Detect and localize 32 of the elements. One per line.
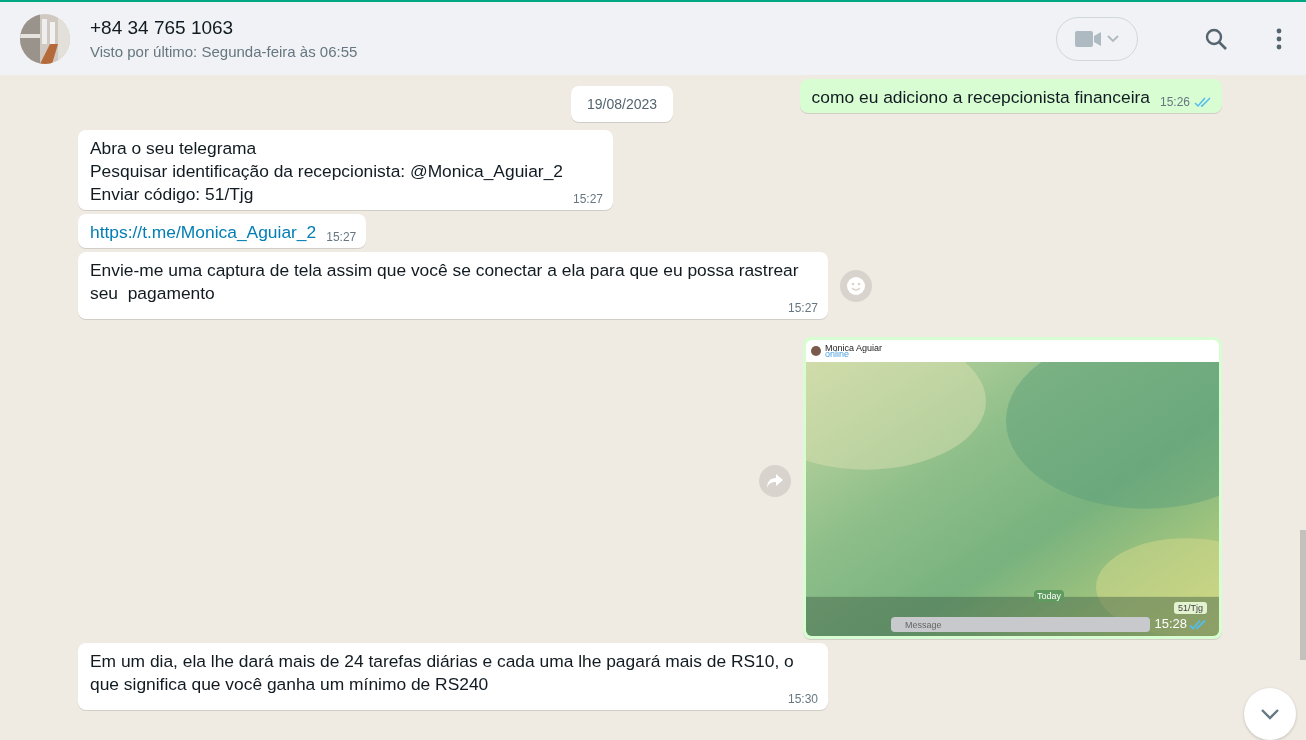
chevron-down-icon <box>1107 34 1119 43</box>
screenshot-input-field: Message <box>891 617 1150 632</box>
image-message[interactable]: Monica Aguiar online Today 51/Tjg Message 15:28 <box>803 337 1222 639</box>
message-time: 15:27 <box>787 301 818 315</box>
message-time: 15:28 <box>1154 616 1187 631</box>
scrollbar[interactable] <box>1300 530 1306 660</box>
chevron-down-icon <box>1260 708 1280 720</box>
message-time: 15:30 <box>787 692 818 706</box>
video-camera-icon <box>1075 30 1101 47</box>
message-text: Envie-me uma captura de tela assim que você se conectar a ela para que eu possa rastrear seu pagamento <box>90 259 800 303</box>
scroll-down-button[interactable] <box>1244 688 1296 740</box>
last-seen-status: Visto por último: Segunda-feira às 06:55 <box>90 43 359 60</box>
smiley-icon <box>846 275 866 296</box>
avatar-icon <box>811 346 821 356</box>
search-icon <box>1204 26 1228 51</box>
message-time: 15:27 <box>573 192 603 206</box>
screenshot-message: 51/Tjg <box>1174 602 1207 614</box>
screenshot-status: online <box>825 351 850 357</box>
contact-name: +84 34 765 1063 <box>90 17 235 39</box>
message-time: 15:27 <box>326 230 357 244</box>
menu-icon <box>1276 27 1282 50</box>
screenshot-contact-name: Monica Aguiar <box>825 345 883 351</box>
date-chip: 19/08/2023 <box>570 86 674 122</box>
message-text: Abra o seu telegrama Pesquisar identificação da recepcionista: @Monica_Aguiar_2 Enviar código: 51/Tjg <box>90 137 563 206</box>
message-time: 15:26 <box>1159 95 1190 109</box>
message-link[interactable]: https://t.me/Monica_Aguiar_2 <box>90 221 317 244</box>
screenshot-date-chip: Today <box>1034 590 1065 602</box>
message-text: como eu adiciono a recepcionista financeira <box>811 86 1150 109</box>
forward-button[interactable] <box>759 465 791 497</box>
emoji-reaction-button[interactable] <box>840 269 872 302</box>
message-text: Em um dia, ela lhe dará mais de 24 tarefas diárias e cada uma lhe pagará mais de RS10, o que significa que você ganha um mínimo de RS240 <box>90 650 795 694</box>
forward-icon <box>767 474 783 488</box>
